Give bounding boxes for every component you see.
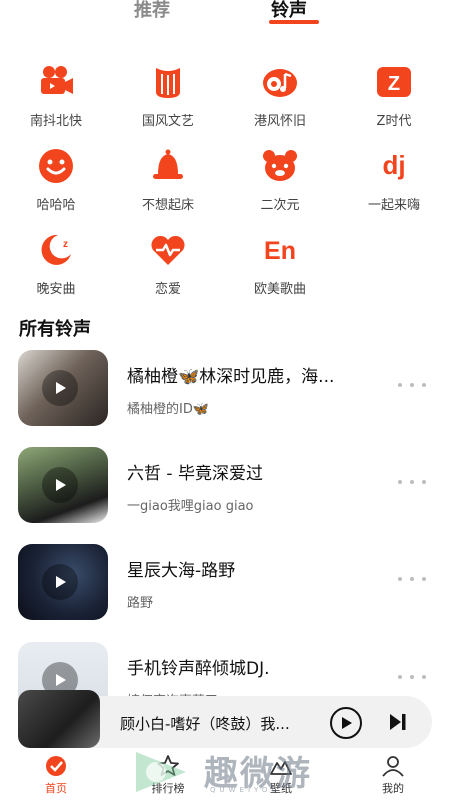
category-item[interactable]: 南抖北快 bbox=[0, 52, 112, 132]
category-item[interactable]: 恋爱 bbox=[112, 220, 224, 300]
song-cover[interactable] bbox=[18, 447, 108, 523]
category-item[interactable]: 二次元 bbox=[224, 136, 336, 216]
svg-text:z: z bbox=[63, 239, 68, 250]
category-item[interactable]: dj 一起来嗨 bbox=[338, 136, 450, 216]
next-track-button[interactable] bbox=[388, 713, 408, 731]
category-label: 南抖北快 bbox=[29, 114, 82, 129]
svg-text:Z: Z bbox=[388, 73, 400, 95]
category-label: 国风文艺 bbox=[141, 114, 194, 129]
z-badge-icon: Z bbox=[372, 60, 416, 104]
player-title: 顾小白-嗜好（咚鼓）我... bbox=[120, 715, 290, 733]
list-item[interactable]: 星辰大海-路野 路野 bbox=[0, 544, 450, 626]
svg-text:dj: dj bbox=[382, 150, 405, 180]
dj-icon: dj bbox=[372, 144, 416, 188]
list-item[interactable]: 橘柚橙🦋林深时见鹿，海... 橘柚橙的ID🦋 bbox=[0, 350, 450, 432]
nav-item-home[interactable]: 首页 bbox=[21, 752, 91, 796]
rank-star-icon bbox=[155, 754, 181, 778]
song-title: 六哲 - 毕竟深爱过 bbox=[127, 464, 263, 484]
more-options-icon[interactable] bbox=[398, 574, 426, 584]
category-label: Z时代 bbox=[376, 114, 412, 129]
harp-icon bbox=[146, 60, 190, 104]
vinyl-note-icon bbox=[258, 60, 302, 104]
song-title: 橘柚橙🦋林深时见鹿，海... bbox=[127, 367, 335, 387]
svg-text:En: En bbox=[264, 237, 296, 265]
more-options-icon[interactable] bbox=[398, 672, 426, 682]
category-label: 不想起床 bbox=[141, 198, 194, 213]
category-item[interactable]: 国风文艺 bbox=[112, 52, 224, 132]
category-item[interactable]: Z Z时代 bbox=[338, 52, 450, 132]
category-item[interactable]: 港风怀旧 bbox=[224, 52, 336, 132]
tab-recommend[interactable]: 推荐 bbox=[134, 0, 170, 22]
bottom-nav: 首页 排行榜 壁纸 我的 bbox=[0, 752, 450, 800]
category-item[interactable]: z 晚安曲 bbox=[0, 220, 112, 300]
home-disc-icon bbox=[43, 754, 69, 778]
song-artist: 橘柚橙的ID🦋 bbox=[127, 402, 210, 417]
mini-player[interactable]: 顾小白-嗜好（咚鼓）我... bbox=[18, 690, 432, 748]
category-item[interactable]: 哈哈哈 bbox=[0, 136, 112, 216]
category-label: 港风怀旧 bbox=[253, 114, 306, 129]
category-label: 二次元 bbox=[260, 198, 300, 213]
camera-icon bbox=[34, 60, 78, 104]
song-title: 手机铃声醉倾城DJ. bbox=[127, 659, 270, 679]
smile-icon bbox=[34, 144, 78, 188]
category-label: 欧美歌曲 bbox=[253, 282, 306, 297]
play-button[interactable] bbox=[330, 707, 362, 739]
more-options-icon[interactable] bbox=[398, 380, 426, 390]
nav-label: 壁纸 bbox=[270, 782, 292, 795]
player-cover[interactable] bbox=[18, 690, 100, 748]
song-cover[interactable] bbox=[18, 350, 108, 426]
list-item[interactable]: 六哲 - 毕竟深爱过 一giao我哩giao giao bbox=[0, 447, 450, 529]
bear-icon bbox=[258, 144, 302, 188]
nav-item-mine[interactable]: 我的 bbox=[358, 752, 428, 796]
category-item[interactable]: En 欧美歌曲 bbox=[224, 220, 336, 300]
song-artist: 路野 bbox=[127, 596, 154, 611]
nav-label: 我的 bbox=[382, 782, 404, 795]
category-label: 一起来嗨 bbox=[367, 198, 420, 213]
section-title: 所有铃声 bbox=[19, 319, 91, 340]
en-icon: En bbox=[258, 228, 302, 272]
play-icon[interactable] bbox=[42, 467, 78, 503]
wallpaper-icon bbox=[268, 754, 294, 778]
category-label: 恋爱 bbox=[154, 282, 181, 297]
song-title: 星辰大海-路野 bbox=[127, 561, 236, 581]
nav-item-wallpaper[interactable]: 壁纸 bbox=[246, 752, 316, 796]
more-options-icon[interactable] bbox=[398, 477, 426, 487]
play-icon[interactable] bbox=[42, 564, 78, 600]
category-label: 哈哈哈 bbox=[36, 198, 76, 213]
heart-pulse-icon bbox=[146, 228, 190, 272]
user-icon bbox=[380, 754, 406, 778]
tab-ringtone[interactable]: 铃声 bbox=[271, 0, 307, 22]
song-cover[interactable] bbox=[18, 544, 108, 620]
moon-icon: z bbox=[34, 228, 78, 272]
song-artist: 一giao我哩giao giao bbox=[127, 499, 254, 514]
active-tab-indicator bbox=[269, 20, 319, 24]
category-item[interactable]: 不想起床 bbox=[112, 136, 224, 216]
category-label: 晚安曲 bbox=[36, 282, 76, 297]
bell-icon bbox=[146, 144, 190, 188]
nav-label: 排行榜 bbox=[151, 782, 185, 795]
nav-label: 首页 bbox=[45, 782, 67, 795]
play-icon[interactable] bbox=[42, 370, 78, 406]
nav-item-rank[interactable]: 排行榜 bbox=[133, 752, 203, 796]
top-tabs: 推荐 铃声 bbox=[0, 0, 450, 30]
